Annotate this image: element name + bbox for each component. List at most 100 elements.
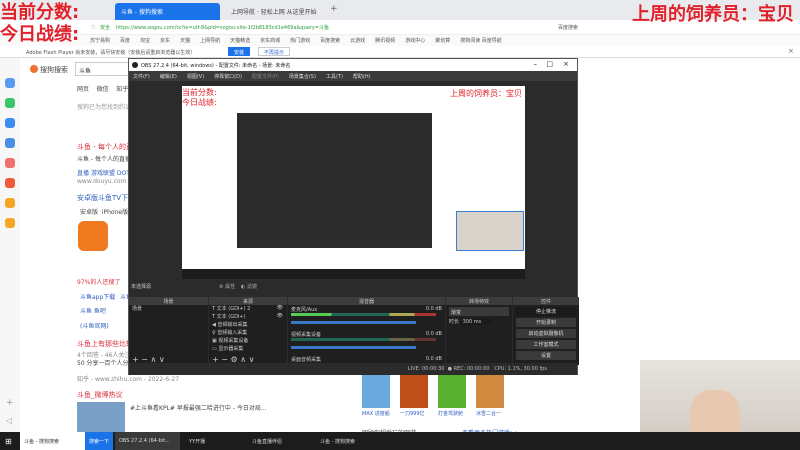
result-links: 直播 游戏联盟 DOTA xyxy=(77,168,134,177)
install-button[interactable]: 安装 xyxy=(228,47,250,56)
game-thumbnail[interactable] xyxy=(476,372,504,408)
game-thumbnail[interactable] xyxy=(400,372,428,408)
eye-icon[interactable]: 👁 xyxy=(277,313,283,319)
bookmark[interactable]: 百度搜索 xyxy=(320,38,340,44)
volume-slider[interactable] xyxy=(291,346,416,349)
bookmark[interactable]: 热门游戏 xyxy=(290,38,310,44)
tab-wechat[interactable]: 微信 xyxy=(97,86,109,93)
minimize-icon[interactable]: – xyxy=(534,60,538,68)
game-label[interactable]: MAX 进度船 xyxy=(362,410,390,417)
cloud-icon[interactable] xyxy=(5,118,15,128)
game-icon[interactable] xyxy=(5,138,15,148)
source-item[interactable]: ▣ 视频采集设备 xyxy=(209,337,287,345)
taskbar-obs[interactable]: OBS 27.2.4 (64-bit... xyxy=(115,432,180,450)
game-label[interactable]: 打金驾驶舱 xyxy=(438,410,463,417)
taskbar-yy[interactable]: YY开播 xyxy=(185,432,245,450)
url-text[interactable]: https://www.sogou.com/tx?ie=utf-8&pid=so… xyxy=(116,24,329,31)
result-title[interactable]: 斗鱼_微博热议 xyxy=(77,390,123,400)
tab-navigation[interactable]: 上网导航 · 轻松上网 从这里开始 xyxy=(225,3,330,20)
note-icon[interactable] xyxy=(5,218,15,228)
tab-iphone[interactable]: iPhone版 xyxy=(102,209,128,216)
douyu-app-icon[interactable] xyxy=(78,221,108,251)
source-item[interactable]: ◀ 音频输出采集 xyxy=(209,321,287,329)
bookmark[interactable]: 聚划算 xyxy=(435,38,450,44)
virtual-camera-button[interactable]: 启动虚拟摄像机 xyxy=(516,329,576,338)
wechat-icon[interactable] xyxy=(5,98,15,108)
bookmark[interactable]: 游戏中心 xyxy=(405,38,425,44)
taskbar-douyu-companion[interactable]: 斗鱼直播伴侣 xyxy=(248,432,313,450)
new-tab-button[interactable]: + xyxy=(330,4,338,14)
close-icon[interactable]: × xyxy=(788,47,794,55)
bookmark[interactable]: 苏宁易购 xyxy=(90,38,110,44)
bookmark[interactable]: 天猫 xyxy=(180,38,190,44)
stop-streaming-button[interactable]: 停止推流 xyxy=(516,307,576,316)
bookmark[interactable]: 天猫精选 xyxy=(230,38,250,44)
close-icon[interactable]: × xyxy=(563,60,569,68)
filters-button[interactable]: ◐ 滤镜 xyxy=(241,283,257,290)
game-label[interactable]: 冰雪二合一 xyxy=(476,410,501,417)
duration-input[interactable]: 300 ms xyxy=(460,319,492,325)
menu-docks[interactable]: 停靠窗口(D) xyxy=(214,74,242,80)
bookmark[interactable]: 百度 xyxy=(120,38,130,44)
scene-item[interactable]: 场景 xyxy=(129,305,208,313)
settings-button[interactable]: 设置 xyxy=(516,351,576,360)
game-thumbnail[interactable] xyxy=(362,372,390,408)
obs-title: OBS 27.2.4 (64-bit, windows) - 配置文件: 未命名… xyxy=(141,63,291,69)
search-engine-selector[interactable]: 百度搜索 xyxy=(558,24,578,31)
menu-help[interactable]: 帮助(H) xyxy=(353,74,371,80)
source-item[interactable]: ▭ 显示器采集 xyxy=(209,345,287,353)
menu-file[interactable]: 文件(F) xyxy=(133,74,150,80)
taskbar-browser[interactable]: 斗鱼 - 搜狗搜索 xyxy=(316,432,381,450)
obs-preview[interactable]: 当前分数: 今日战绩: 上周的饲养员：宝贝 xyxy=(182,86,525,279)
weibo-thumbnail[interactable] xyxy=(77,402,125,432)
link-icon[interactable] xyxy=(5,158,15,168)
related-chip[interactable]: (斗鱼官网) xyxy=(80,321,109,330)
studio-mode-button[interactable]: 工作室模式 xyxy=(516,340,576,349)
maximize-icon[interactable]: □ xyxy=(546,60,553,68)
search-input[interactable]: 斗鱼 xyxy=(75,62,135,76)
webcam-preview xyxy=(456,211,524,251)
start-icon[interactable]: ⊞ xyxy=(5,437,12,446)
menu-view[interactable]: 视图(V) xyxy=(187,74,204,80)
pdf-icon[interactable] xyxy=(5,178,15,188)
bookmark[interactable]: 淘宝 xyxy=(140,38,150,44)
dismiss-button[interactable]: 不再提示 xyxy=(258,47,290,56)
tab-android[interactable]: 安卓版 xyxy=(80,209,98,216)
collapse-icon[interactable]: ◁ xyxy=(6,416,12,425)
tab-douyu-search[interactable]: 斗鱼 - 搜狗搜索 xyxy=(115,3,220,20)
taskbar-search[interactable]: 斗鱼 - 搜狗搜索 xyxy=(20,432,85,450)
bookmark[interactable]: 京东商城 xyxy=(260,38,280,44)
game-label[interactable]: 一刀999亿 xyxy=(400,410,425,417)
volume-slider[interactable] xyxy=(291,321,416,324)
clock-icon[interactable] xyxy=(5,78,15,88)
menu-scene-collection[interactable]: 场景集合(S) xyxy=(289,74,316,80)
tab-web[interactable]: 网页 xyxy=(77,86,89,93)
result-title[interactable]: 安卓版斗鱼TV下载 xyxy=(77,193,135,203)
menu-tools[interactable]: 工具(T) xyxy=(326,74,343,80)
add-icon[interactable]: + xyxy=(6,398,14,408)
search-icon[interactable] xyxy=(5,198,15,208)
source-item[interactable]: T 文本 (GDI+) 👁 xyxy=(209,313,287,321)
related-chip[interactable]: 斗鱼 鱼吧 xyxy=(80,306,106,315)
tab-zhihu[interactable]: 知乎 xyxy=(116,86,128,93)
bookmark[interactable]: 京东 xyxy=(160,38,170,44)
transition-select[interactable]: 渐变 xyxy=(449,307,509,316)
bookmark[interactable]: 云游戏 xyxy=(350,38,365,44)
bookmark[interactable]: 腾讯视频 xyxy=(375,38,395,44)
eye-icon[interactable]: 👁 xyxy=(277,305,283,311)
result-link[interactable]: 直播 xyxy=(77,170,89,177)
game-thumbnail[interactable] xyxy=(438,372,466,408)
related-chip[interactable]: 斗鱼app下载 xyxy=(80,292,115,301)
source-item[interactable]: ♀ 音频输入采集 xyxy=(209,329,287,337)
source-item[interactable]: T 文本 (GDI+) 2 👁 xyxy=(209,305,287,313)
task-label: 斗鱼 - 搜狗搜索 xyxy=(24,439,59,445)
menu-edit[interactable]: 编辑(E) xyxy=(160,74,177,80)
menu-profile[interactable]: 配置文件(P) xyxy=(252,74,279,80)
bookmark[interactable]: 搜狗阅读 百度导航 xyxy=(460,38,502,44)
properties-button[interactable]: ⚙ 属性 xyxy=(219,283,235,290)
result-link[interactable]: 游戏联盟 xyxy=(91,170,115,177)
taskbar-search-button[interactable]: 搜索一下 xyxy=(85,432,113,450)
bookmark[interactable]: 上网导航 xyxy=(200,38,220,44)
star-icon[interactable]: ☆ xyxy=(90,23,96,31)
start-recording-button[interactable]: 开始录制 xyxy=(516,318,576,327)
